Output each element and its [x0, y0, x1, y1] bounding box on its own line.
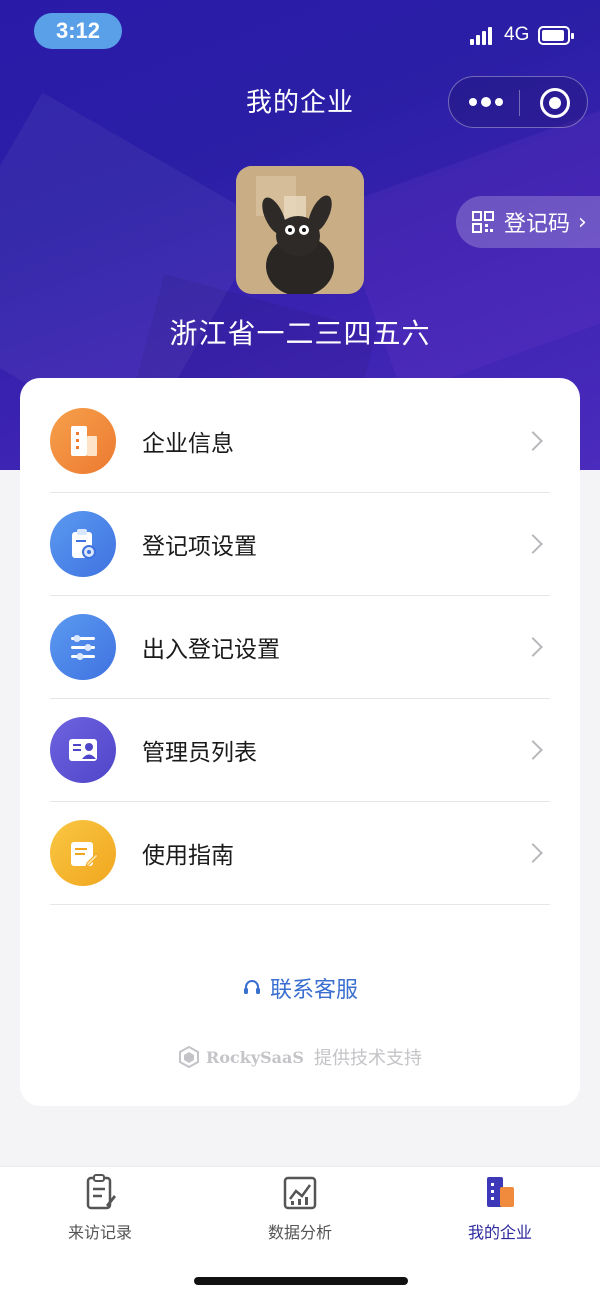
- building-icon: [50, 408, 116, 474]
- tab-label: 来访记录: [67, 1223, 132, 1242]
- menu-item-register-settings[interactable]: 登记项设置: [50, 493, 550, 596]
- clipboard-settings-icon: [50, 511, 116, 577]
- status-time: 3:12: [34, 13, 122, 49]
- target-icon[interactable]: [540, 88, 570, 118]
- menu-item-label: 使用指南: [142, 843, 234, 869]
- powered-text: 提供技术支持: [313, 1048, 422, 1069]
- chevron-right-icon: [523, 740, 543, 760]
- menu-item-access-settings[interactable]: 出入登记设置: [50, 596, 550, 699]
- tab-visit-records[interactable]: 来访记录: [0, 1173, 200, 1243]
- headset-icon: [243, 980, 260, 994]
- avatar-image: [236, 166, 364, 294]
- menu-item-label: 管理员列表: [142, 740, 257, 766]
- register-code-button[interactable]: 登记码 ›: [456, 196, 600, 248]
- brand-name: RockySaaS: [206, 1047, 304, 1067]
- powered-by: RockySaaS 提供技术支持: [20, 1044, 580, 1070]
- data-analysis-icon: [283, 1176, 317, 1210]
- status-bar: 3:12 4G: [0, 0, 600, 66]
- menu-item-company-info[interactable]: 企业信息: [50, 390, 550, 493]
- chevron-right-icon: [523, 843, 543, 863]
- contact-support-label: 联系客服: [269, 978, 358, 1003]
- tab-label: 我的企业: [467, 1223, 532, 1242]
- chevron-right-icon: [523, 431, 543, 451]
- visit-record-icon: [86, 1174, 116, 1210]
- miniprogram-capsule: [448, 76, 588, 128]
- battery-icon: [538, 26, 574, 45]
- admin-card-icon: [50, 717, 116, 783]
- signal-icon: [470, 27, 496, 45]
- company-name: 浙江省一二三四五六: [169, 317, 431, 350]
- capsule-divider: [519, 90, 520, 116]
- more-dots-icon[interactable]: [469, 95, 503, 109]
- rockysaas-logo-icon: [179, 1046, 200, 1068]
- company-avatar[interactable]: [236, 166, 364, 294]
- menu-item-label: 登记项设置: [142, 534, 257, 560]
- tab-my-company[interactable]: 我的企业: [400, 1173, 600, 1243]
- network-type: 4G: [504, 24, 530, 45]
- menu-item-admin-list[interactable]: 管理员列表: [50, 699, 550, 802]
- guide-notepad-icon: [50, 820, 116, 886]
- menu-item-label: 出入登记设置: [142, 637, 280, 663]
- tab-label: 数据分析: [267, 1223, 332, 1242]
- menu-card: 企业信息 登记项设置 出入登记设置 管理员列表 使用指南 联系客服 RockyS…: [20, 378, 580, 1106]
- menu-item-user-guide[interactable]: 使用指南: [50, 802, 550, 905]
- chevron-right-icon: [523, 534, 543, 554]
- contact-support-link[interactable]: 联系客服: [20, 972, 580, 1004]
- chevron-right-icon: [523, 637, 543, 657]
- chevron-right-icon: ›: [578, 209, 587, 235]
- menu-item-label: 企业信息: [142, 431, 234, 457]
- home-indicator: [194, 1277, 408, 1285]
- tab-data-analysis[interactable]: 数据分析: [200, 1173, 400, 1243]
- my-company-icon: [487, 1177, 514, 1207]
- sliders-icon: [50, 614, 116, 680]
- qr-code-icon: [472, 211, 494, 233]
- register-code-label: 登记码: [504, 212, 571, 237]
